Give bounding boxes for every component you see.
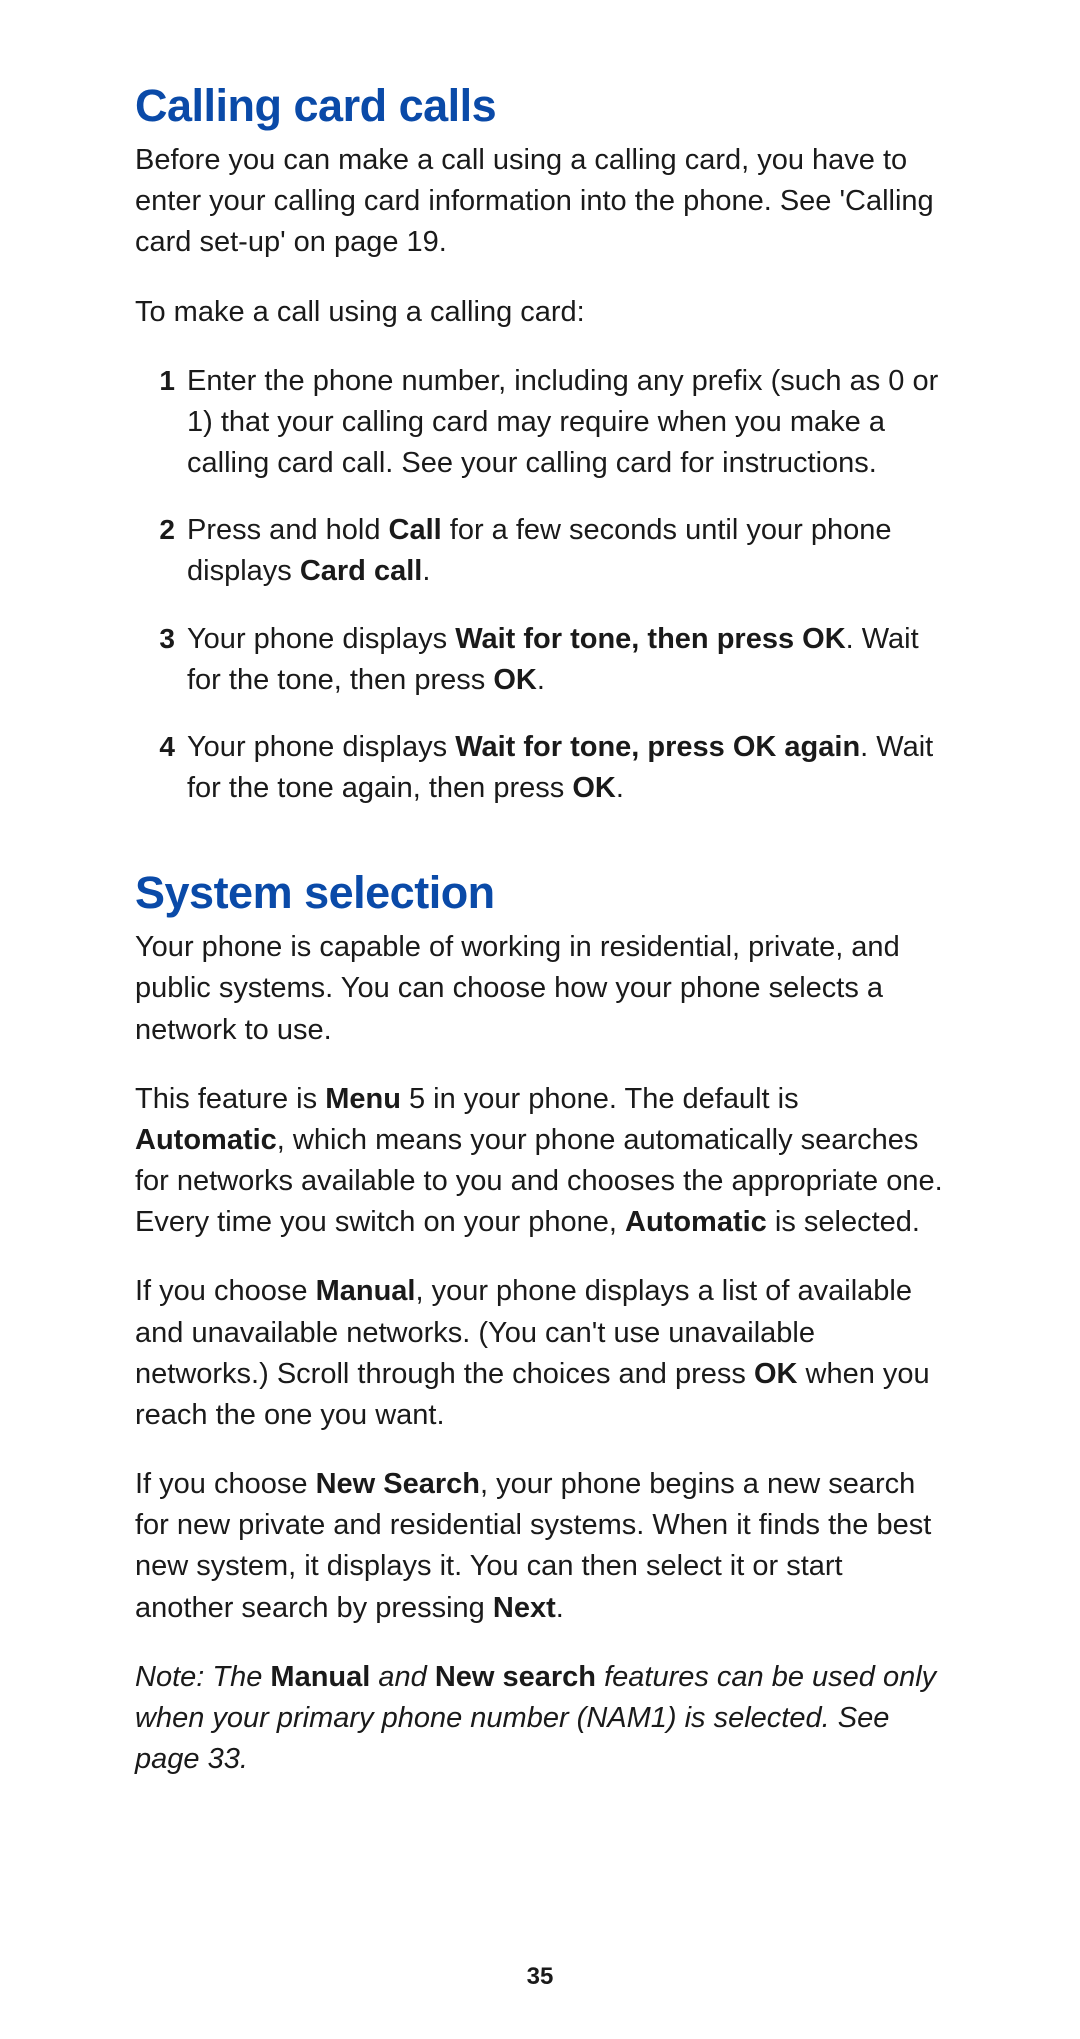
page-number: 35 bbox=[0, 1963, 1080, 1991]
text-run: Your phone displays bbox=[187, 623, 455, 655]
text-run: . bbox=[556, 1592, 564, 1624]
text-bold: Manual bbox=[270, 1661, 370, 1693]
manual-page: Calling card calls Before you can make a… bbox=[0, 0, 1080, 2039]
text-run: This feature is bbox=[135, 1083, 325, 1115]
calling-card-lead: To make a call using a calling card: bbox=[135, 292, 945, 333]
step-3: 3 Your phone displays Wait for tone, the… bbox=[135, 619, 945, 701]
step-1: 1 Enter the phone number, including any … bbox=[135, 361, 945, 485]
text-run: Press and hold bbox=[187, 514, 389, 546]
text-bold: Menu bbox=[325, 1083, 401, 1115]
section-system-selection: System selection Your phone is capable o… bbox=[135, 867, 945, 1780]
step-2: 2 Press and hold Call for a few seconds … bbox=[135, 510, 945, 592]
calling-card-steps: 1 Enter the phone number, including any … bbox=[135, 361, 945, 810]
text-run: is selected. bbox=[767, 1206, 920, 1238]
system-p4: If you choose New Search, your phone beg… bbox=[135, 1464, 945, 1629]
text-bold: Automatic bbox=[625, 1206, 767, 1238]
text-run: and bbox=[370, 1661, 435, 1693]
section-calling-card: Calling card calls Before you can make a… bbox=[135, 80, 945, 809]
step-text: Enter the phone number, including any pr… bbox=[187, 365, 938, 479]
text-run: 5 in your phone. The default is bbox=[401, 1083, 799, 1115]
system-p1: Your phone is capable of working in resi… bbox=[135, 927, 945, 1051]
text-bold: OK bbox=[572, 772, 616, 804]
text-bold: Call bbox=[389, 514, 442, 546]
step-number: 2 bbox=[135, 510, 175, 550]
system-p3: If you choose Manual, your phone display… bbox=[135, 1271, 945, 1436]
heading-system-selection: System selection bbox=[135, 867, 945, 919]
text-bold: Card call bbox=[300, 555, 423, 587]
note-lead: Note: The bbox=[135, 1661, 270, 1693]
text-bold: New search bbox=[435, 1661, 596, 1693]
step-number: 1 bbox=[135, 361, 175, 401]
step-number: 3 bbox=[135, 619, 175, 659]
text-run: Your phone displays bbox=[187, 731, 455, 763]
text-bold: Next bbox=[493, 1592, 556, 1624]
heading-calling-card: Calling card calls bbox=[135, 80, 945, 132]
step-text: Your phone displays Wait for tone, press… bbox=[187, 731, 933, 804]
text-bold: Wait for tone, then press OK bbox=[455, 623, 845, 655]
system-p2: This feature is Menu 5 in your phone. Th… bbox=[135, 1079, 945, 1244]
text-bold: Automatic bbox=[135, 1124, 277, 1156]
system-note: Note: The Manual and New search features… bbox=[135, 1657, 945, 1781]
calling-card-intro: Before you can make a call using a calli… bbox=[135, 140, 945, 264]
step-text: Press and hold Call for a few seconds un… bbox=[187, 514, 891, 587]
text-bold: Manual bbox=[316, 1275, 416, 1307]
text-run: If you choose bbox=[135, 1275, 316, 1307]
step-text: Your phone displays Wait for tone, then … bbox=[187, 623, 919, 696]
text-bold: New Search bbox=[316, 1468, 480, 1500]
text-run: . bbox=[616, 772, 624, 804]
text-bold: Wait for tone, press OK again bbox=[455, 731, 860, 763]
text-run: . bbox=[422, 555, 430, 587]
step-4: 4 Your phone displays Wait for tone, pre… bbox=[135, 727, 945, 809]
text-bold: OK bbox=[754, 1358, 798, 1390]
text-bold: OK bbox=[493, 664, 537, 696]
text-run: If you choose bbox=[135, 1468, 316, 1500]
step-number: 4 bbox=[135, 727, 175, 767]
text-run: . bbox=[537, 664, 545, 696]
